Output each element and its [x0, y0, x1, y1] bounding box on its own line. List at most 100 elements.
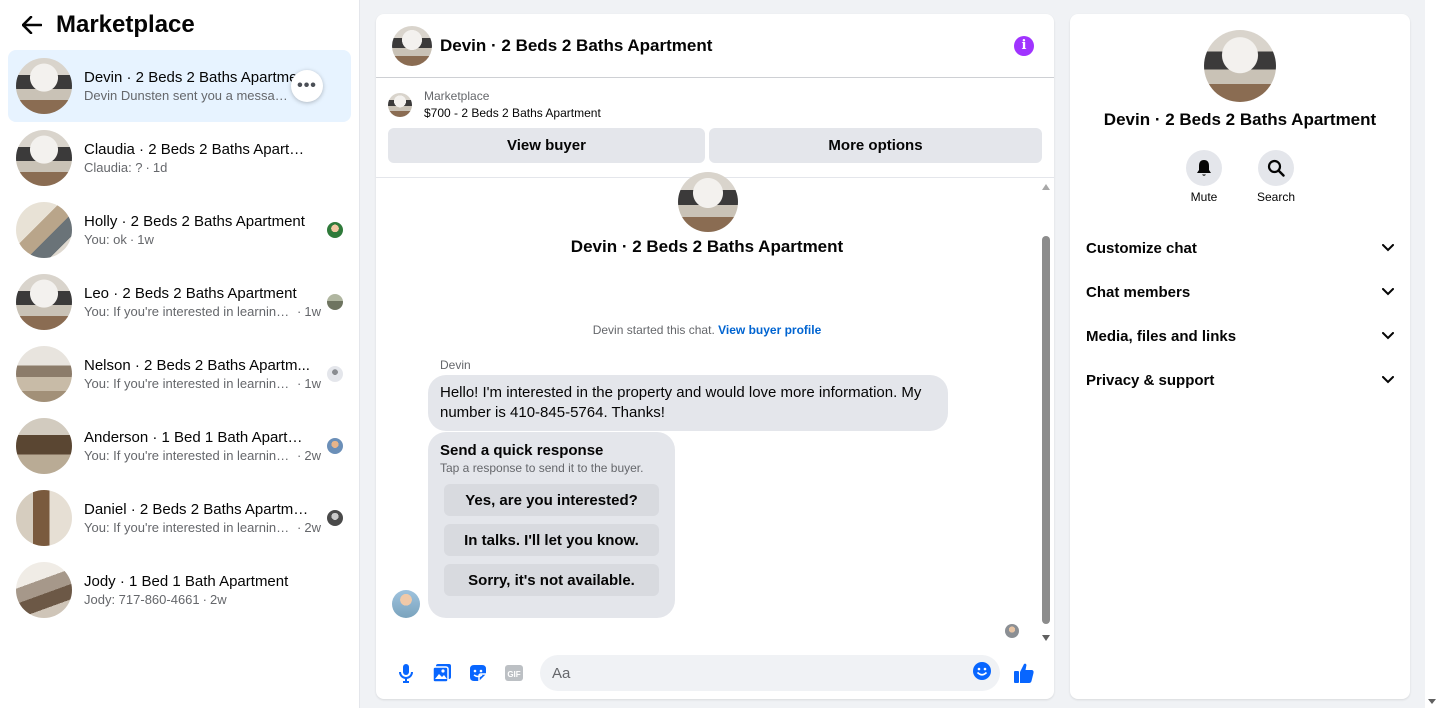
- message-bubble[interactable]: Hello! I'm interested in the property an…: [428, 375, 948, 431]
- scroll-down-arrow-icon[interactable]: [1042, 635, 1050, 641]
- conversation-name: Devin · 2 Beds 2 Baths Apartment: [84, 69, 310, 86]
- avatar[interactable]: [1204, 30, 1276, 102]
- scrollbar[interactable]: [1042, 182, 1050, 643]
- section-label: Chat members: [1086, 283, 1191, 301]
- back-arrow-icon[interactable]: [20, 13, 44, 37]
- scroll-down-arrow-icon[interactable]: [1428, 699, 1436, 704]
- gif-label: GIF: [507, 670, 520, 679]
- avatar: [16, 418, 72, 474]
- listing-thumbnail[interactable]: [388, 93, 412, 117]
- sticker-icon[interactable]: [460, 655, 496, 691]
- chevron-down-icon: [1382, 288, 1394, 296]
- section-label: Customize chat: [1086, 239, 1197, 257]
- message-thread[interactable]: Devin · 2 Beds 2 Baths Apartment Devin s…: [376, 172, 1054, 647]
- chat-title[interactable]: Devin · 2 Beds 2 Baths Apartment: [440, 36, 1014, 56]
- conversation-name: Jody · 1 Bed 1 Bath Apartment: [84, 573, 289, 590]
- message-input[interactable]: [552, 664, 972, 682]
- gif-icon[interactable]: GIF: [496, 655, 532, 691]
- conversation-list: Devin · 2 Beds 2 Baths Apartment Devin D…: [0, 50, 359, 626]
- conversation-time: 1w: [304, 376, 321, 391]
- search-label: Search: [1256, 190, 1296, 204]
- conversation-item[interactable]: Leo · 2 Beds 2 Baths Apartment You: If y…: [8, 266, 351, 338]
- microphone-icon[interactable]: [388, 655, 424, 691]
- avatar: [678, 172, 738, 232]
- conversation-item[interactable]: Nelson · 2 Beds 2 Baths Apartm... You: I…: [8, 338, 351, 410]
- listing-card: Marketplace $700 - 2 Beds 2 Baths Apartm…: [376, 78, 1054, 163]
- conversation-preview: You: If you're interested in learning...: [84, 448, 294, 463]
- emoji-icon[interactable]: [972, 661, 992, 686]
- conversation-item[interactable]: Holly · 2 Beds 2 Baths Apartment You: ok…: [8, 194, 351, 266]
- quick-response-option[interactable]: Yes, are you interested?: [444, 484, 659, 516]
- sender-avatar: [392, 590, 420, 618]
- conversation-preview: Devin Dunsten sent you a message about h: [84, 88, 294, 103]
- more-options-button[interactable]: More options: [709, 128, 1042, 163]
- listing-title[interactable]: $700 - 2 Beds 2 Baths Apartment: [424, 104, 601, 122]
- sidebar-header: Marketplace: [0, 0, 359, 50]
- conversation-more-button[interactable]: •••: [291, 70, 323, 102]
- avatar: [16, 562, 72, 618]
- scroll-up-arrow-icon[interactable]: [1042, 184, 1050, 190]
- seen-avatar: [327, 222, 343, 238]
- conversation-info-panel: Devin · 2 Beds 2 Baths Apartment Mute Se…: [1070, 14, 1410, 699]
- chat-started-notice: Devin started this chat. View buyer prof…: [376, 323, 1046, 337]
- bell-icon[interactable]: [1186, 150, 1222, 186]
- conversation-preview: You: ok: [84, 232, 127, 247]
- conversation-name: Holly · 2 Beds 2 Baths Apartment: [84, 213, 305, 230]
- conversation-preview: Claudia: ?: [84, 160, 143, 175]
- section-label: Media, files and links: [1086, 327, 1237, 345]
- conversation-preview: You: If you're interested in learning...: [84, 304, 294, 319]
- mute-button[interactable]: Mute: [1186, 150, 1222, 204]
- quick-response-card: Send a quick response Tap a response to …: [428, 432, 675, 618]
- page-scrollbar[interactable]: [1425, 0, 1439, 708]
- conversation-preview: You: If you're interested in learning...: [84, 520, 294, 535]
- seen-avatar: [327, 438, 343, 454]
- quick-response-option[interactable]: Sorry, it's not available.: [444, 564, 659, 596]
- seen-avatar: [327, 510, 343, 526]
- quick-response-option[interactable]: In talks. I'll let you know.: [444, 524, 659, 556]
- info-icon[interactable]: i: [1014, 35, 1034, 56]
- seen-avatar: [327, 366, 343, 382]
- more-dots-icon: •••: [297, 77, 317, 94]
- page-title: Marketplace: [56, 11, 195, 38]
- section-media-files-links[interactable]: Media, files and links: [1070, 314, 1410, 358]
- conversation-time: 2w: [304, 520, 321, 535]
- quick-response-subtitle: Tap a response to send it to the buyer.: [440, 461, 644, 475]
- conversation-time: 2w: [210, 592, 227, 607]
- conversation-item[interactable]: Anderson · 1 Bed 1 Bath Apartm... You: I…: [8, 410, 351, 482]
- seen-avatar: [327, 294, 343, 310]
- scrollbar-thumb[interactable]: [1042, 236, 1050, 624]
- info-panel-name: Devin · 2 Beds 2 Baths Apartment: [1103, 110, 1377, 129]
- conversation-preview: You: If you're interested in learning...: [84, 376, 294, 391]
- chevron-down-icon: [1382, 376, 1394, 384]
- avatar[interactable]: [392, 25, 432, 66]
- view-buyer-profile-link[interactable]: View buyer profile: [718, 323, 821, 337]
- section-chat-members[interactable]: Chat members: [1070, 270, 1410, 314]
- avatar: [16, 274, 72, 330]
- conversation-item[interactable]: Jody · 1 Bed 1 Bath Apartment Jody: 717-…: [8, 554, 351, 626]
- chat-header: Devin · 2 Beds 2 Baths Apartment i: [376, 14, 1054, 78]
- conversation-time: 1w: [137, 232, 154, 247]
- conversation-item[interactable]: Daniel · 2 Beds 2 Baths Apartment You: I…: [8, 482, 351, 554]
- chevron-down-icon: [1382, 332, 1394, 340]
- conversation-time: 1d: [152, 160, 168, 175]
- conversation-item[interactable]: Devin · 2 Beds 2 Baths Apartment Devin D…: [8, 50, 351, 122]
- quick-response-title: Send a quick response: [440, 442, 604, 459]
- conversation-name: Daniel · 2 Beds 2 Baths Apartment: [84, 501, 312, 518]
- like-thumbs-up-icon[interactable]: [1006, 655, 1042, 691]
- avatar: [16, 490, 72, 546]
- section-label: Privacy & support: [1086, 371, 1215, 389]
- conversation-time: 1w: [304, 304, 321, 319]
- conversation-sidebar: Marketplace Devin · 2 Beds 2 Baths Apart…: [0, 0, 360, 708]
- conversation-item[interactable]: Claudia · 2 Beds 2 Baths Apartment Claud…: [8, 122, 351, 194]
- section-customize-chat[interactable]: Customize chat: [1070, 226, 1410, 270]
- message-input-wrapper: [540, 655, 1000, 691]
- search-icon[interactable]: [1258, 150, 1294, 186]
- section-privacy-support[interactable]: Privacy & support: [1070, 358, 1410, 402]
- conversation-name: Nelson · 2 Beds 2 Baths Apartm...: [84, 357, 310, 374]
- avatar: [16, 130, 72, 186]
- seen-avatar: [1005, 624, 1019, 638]
- view-buyer-button[interactable]: View buyer: [388, 128, 705, 163]
- photo-icon[interactable]: [424, 655, 460, 691]
- conversation-name: Anderson · 1 Bed 1 Bath Apartm...: [84, 429, 312, 446]
- search-button[interactable]: Search: [1256, 150, 1296, 204]
